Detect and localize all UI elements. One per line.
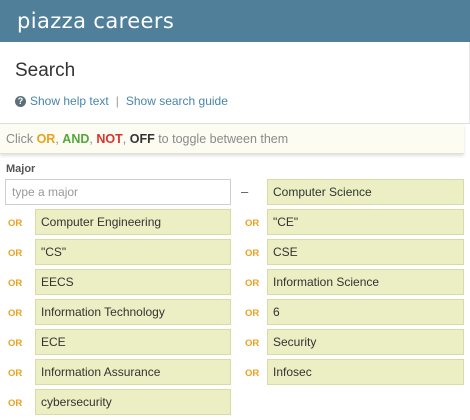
tag-row: OR ECE OR Security xyxy=(0,329,470,359)
major-tag[interactable]: Computer Engineering xyxy=(35,209,231,235)
tag-row: OR Information Assurance OR Infosec xyxy=(0,359,470,389)
or-operator[interactable]: OR xyxy=(245,218,259,229)
top-bar: piazza careers xyxy=(0,0,470,42)
or-operator[interactable]: OR xyxy=(245,368,259,379)
or-operator[interactable]: OR xyxy=(245,338,259,349)
or-operator[interactable]: OR xyxy=(8,278,22,289)
major-tag[interactable]: Information Assurance xyxy=(35,359,231,385)
major-tag[interactable]: Information Technology xyxy=(35,299,231,325)
tag-cell: OR Information Science xyxy=(237,269,470,295)
toggle-hint-suffix: to toggle between them xyxy=(158,131,289,146)
toggle-hint-prefix: Click xyxy=(6,131,34,146)
help-links: ? Show help text | Show search guide xyxy=(15,94,228,108)
tag-cell: OR 6 xyxy=(237,299,470,325)
tag-row: Computer Science xyxy=(0,179,470,209)
major-tag[interactable]: EECS xyxy=(35,269,231,295)
major-tag[interactable]: Information Science xyxy=(267,269,464,295)
major-label: Major xyxy=(6,163,36,175)
major-tag-grid: Computer Science OR Computer Engineering… xyxy=(0,179,470,419)
or-operator[interactable]: OR xyxy=(8,368,22,379)
comma: , xyxy=(55,131,59,146)
tag-cell: OR Computer Engineering xyxy=(0,209,232,235)
tag-cell: OR Security xyxy=(237,329,470,355)
major-tag[interactable]: Security xyxy=(267,329,464,355)
or-operator[interactable]: OR xyxy=(8,398,22,409)
tag-row: OR EECS OR Information Science xyxy=(0,269,470,299)
or-operator[interactable]: OR xyxy=(8,338,22,349)
or-operator[interactable]: OR xyxy=(245,308,259,319)
link-separator: | xyxy=(115,94,119,108)
show-search-guide-link[interactable]: Show search guide xyxy=(126,94,228,108)
comma: , xyxy=(122,131,127,146)
major-tag[interactable]: 6 xyxy=(267,299,464,325)
tag-cell: OR CSE xyxy=(237,239,470,265)
tag-cell: OR "CS" xyxy=(0,239,232,265)
tag-cell: OR cybersecurity xyxy=(0,389,232,415)
major-tag[interactable]: ECE xyxy=(35,329,231,355)
toggle-hint-bar: Click OR, AND, NOT, OFF to toggle betwee… xyxy=(0,124,464,154)
tag-cell: OR EECS xyxy=(0,269,232,295)
or-operator[interactable]: OR xyxy=(245,248,259,259)
major-tag[interactable]: cybersecurity xyxy=(35,389,231,415)
tag-cell: Computer Science xyxy=(237,179,470,205)
show-help-text-link[interactable]: Show help text xyxy=(30,94,109,108)
toggle-not[interactable]: NOT xyxy=(96,132,122,146)
major-tag[interactable]: Computer Science xyxy=(267,179,464,205)
tag-cell: OR ECE xyxy=(0,329,232,355)
or-operator[interactable]: OR xyxy=(8,218,22,229)
toggle-and[interactable]: AND xyxy=(62,132,89,146)
tag-row: OR Information Technology OR 6 xyxy=(0,299,470,329)
toggle-off[interactable]: OFF xyxy=(130,132,155,146)
or-operator[interactable]: OR xyxy=(8,308,22,319)
tag-row: OR "CS" OR CSE xyxy=(0,239,470,269)
toggle-or[interactable]: OR xyxy=(37,132,56,146)
tag-cell: OR Information Assurance xyxy=(0,359,232,385)
tag-cell: OR "CE" xyxy=(237,209,470,235)
question-circle-icon[interactable]: ? xyxy=(15,95,26,107)
major-tag[interactable]: CSE xyxy=(267,239,464,265)
major-tag[interactable]: "CE" xyxy=(267,209,464,235)
search-panel: Search ? Show help text | Show search gu… xyxy=(0,42,470,124)
or-operator[interactable]: OR xyxy=(245,278,259,289)
or-operator[interactable]: OR xyxy=(8,248,22,259)
major-tag[interactable]: Infosec xyxy=(267,359,464,385)
tag-row: OR cybersecurity xyxy=(0,389,470,419)
page-title: Search xyxy=(15,60,76,81)
tag-row: OR Computer Engineering OR "CE" xyxy=(0,209,470,239)
tag-cell: OR Infosec xyxy=(237,359,470,385)
major-tag[interactable]: "CS" xyxy=(35,239,231,265)
comma: , xyxy=(89,131,93,146)
piazza-careers-logo[interactable]: piazza careers xyxy=(17,9,174,33)
tag-cell: OR Information Technology xyxy=(0,299,232,325)
